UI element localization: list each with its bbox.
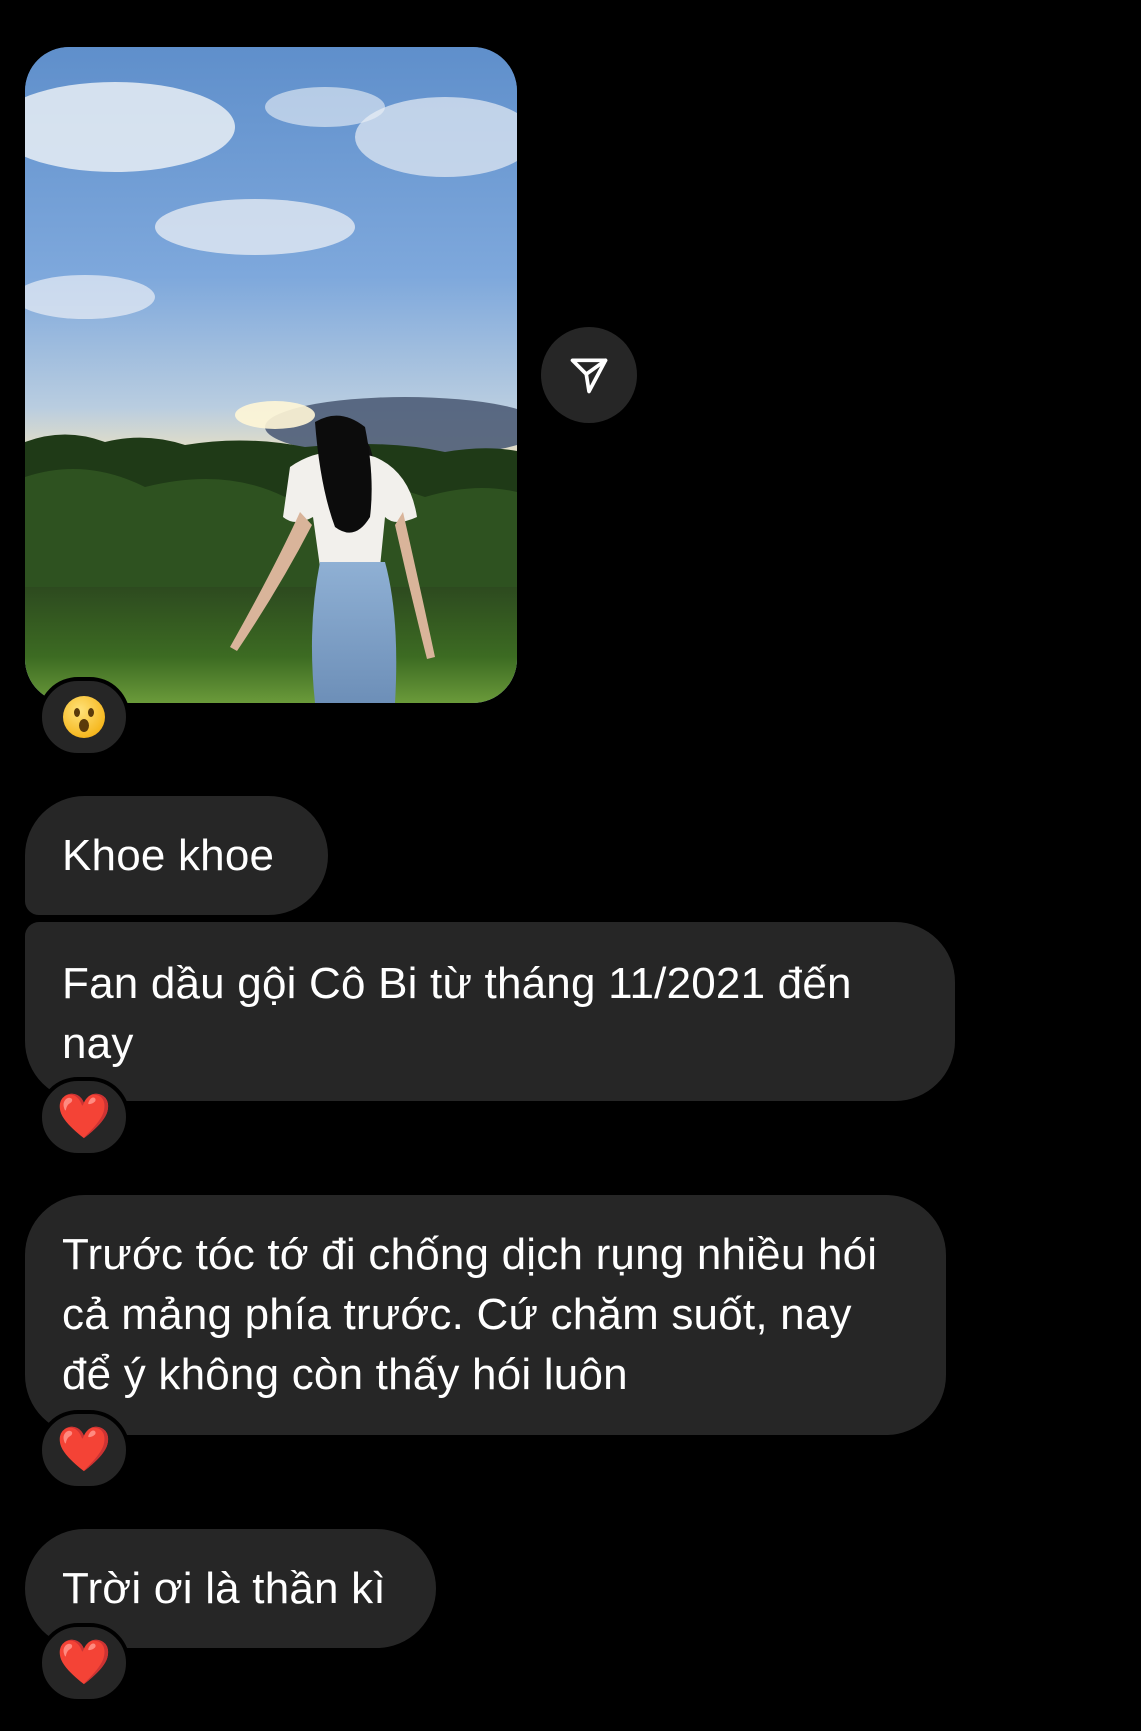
photo-image — [25, 47, 517, 703]
heart-emoji-icon: ❤️ — [56, 1424, 112, 1475]
message-bubble[interactable]: Fan dầu gội Cô Bi từ tháng 11/2021 đến n… — [25, 922, 955, 1101]
paper-plane-icon — [570, 358, 608, 394]
message-text: Fan dầu gội Cô Bi từ tháng 11/2021 đến n… — [62, 959, 852, 1068]
message-text: Khoe khoe — [62, 831, 275, 880]
shared-photo[interactable] — [25, 47, 517, 703]
message-text: Trước tóc tớ đi chống dịch rụng nhiều hó… — [62, 1230, 878, 1399]
message-reaction-badge[interactable]: ❤️ — [38, 1410, 130, 1490]
heart-emoji-icon: ❤️ — [56, 1637, 112, 1688]
message-reaction-badge[interactable]: ❤️ — [38, 1077, 130, 1157]
message-bubble[interactable]: Khoe khoe — [25, 796, 328, 915]
message-reaction-badge[interactable]: ❤️ — [38, 1623, 130, 1703]
message-text: Trời ơi là thần kì — [62, 1564, 386, 1613]
heart-emoji-icon: ❤️ — [56, 1091, 112, 1142]
share-button[interactable] — [541, 327, 637, 423]
photo-reaction-badge[interactable] — [38, 677, 130, 757]
wow-emoji-icon — [63, 696, 105, 738]
message-bubble[interactable]: Trước tóc tớ đi chống dịch rụng nhiều hó… — [25, 1195, 946, 1435]
